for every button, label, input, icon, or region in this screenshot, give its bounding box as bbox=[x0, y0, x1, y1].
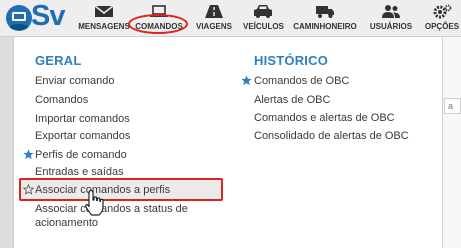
nav-usuarios[interactable]: USUÁRIOS bbox=[368, 4, 414, 31]
nav-label: VIAGENS bbox=[195, 22, 232, 31]
logo-text: Sv bbox=[31, 0, 65, 32]
comandos-highlight-circle bbox=[128, 14, 188, 34]
car-icon bbox=[254, 5, 272, 18]
geral-heading: GERAL bbox=[35, 53, 82, 68]
menu-alertas-de-obc[interactable]: Alertas de OBC bbox=[254, 94, 330, 106]
users-icon bbox=[382, 5, 400, 18]
nav-caminhoneiro[interactable]: CAMINHONEIRO bbox=[290, 4, 360, 31]
menu-associar-status-acionamento-line2[interactable]: acionamento bbox=[35, 217, 98, 229]
gears-icon bbox=[433, 4, 452, 19]
truck-icon bbox=[316, 6, 334, 18]
menu-perfis-de-comando[interactable]: Perfis de comando bbox=[35, 149, 127, 161]
menu-entradas-e-saidas[interactable]: Entradas e saídas bbox=[35, 166, 124, 178]
menu-importar-comandos[interactable]: Importar comandos bbox=[35, 113, 130, 125]
menu-comandos-de-obc[interactable]: Comandos de OBC bbox=[254, 75, 349, 87]
nav-viagens[interactable]: VIAGENS bbox=[194, 4, 234, 31]
underlying-page-strip bbox=[0, 37, 13, 248]
nav-opcoes[interactable]: OPÇÕES bbox=[420, 4, 461, 31]
nav-label: USUÁRIOS bbox=[369, 22, 413, 31]
menu-enviar-comando[interactable]: Enviar comando bbox=[35, 75, 115, 87]
historico-heading: HISTÓRICO bbox=[254, 53, 329, 68]
nav-label: VEÍCULOS bbox=[243, 22, 284, 31]
top-navbar: Sv MENSAGENS COMANDOS VIAGENS VEÍCULOS C… bbox=[0, 0, 461, 37]
underlying-page-right bbox=[441, 37, 461, 248]
menu-comandos[interactable]: Comandos bbox=[35, 94, 88, 106]
nav-label: OPÇÕES bbox=[424, 22, 460, 31]
nav-label: MENSAGENS bbox=[78, 22, 130, 31]
logo-icon bbox=[6, 5, 32, 31]
nav-mensagens[interactable]: MENSAGENS bbox=[78, 4, 130, 31]
menu-exportar-comandos[interactable]: Exportar comandos bbox=[35, 130, 130, 142]
hand-cursor-icon bbox=[85, 189, 104, 216]
envelope-icon bbox=[94, 5, 114, 17]
nav-label: CAMINHONEIRO bbox=[293, 22, 357, 31]
selection-highlight-box bbox=[19, 178, 223, 201]
nav-veiculos[interactable]: VEÍCULOS bbox=[243, 4, 284, 31]
underlying-input[interactable]: a bbox=[444, 98, 461, 114]
star-filled-icon[interactable] bbox=[23, 149, 34, 160]
star-filled-icon[interactable] bbox=[241, 75, 252, 86]
menu-comandos-e-alertas-de-obc[interactable]: Comandos e alertas de OBC bbox=[254, 112, 395, 124]
road-icon bbox=[205, 5, 223, 18]
menu-consolidado-de-alertas-de-obc[interactable]: Consolidado de alertas de OBC bbox=[254, 130, 409, 142]
menu-associar-status-acionamento[interactable]: Associar comandos a status de bbox=[35, 203, 188, 215]
